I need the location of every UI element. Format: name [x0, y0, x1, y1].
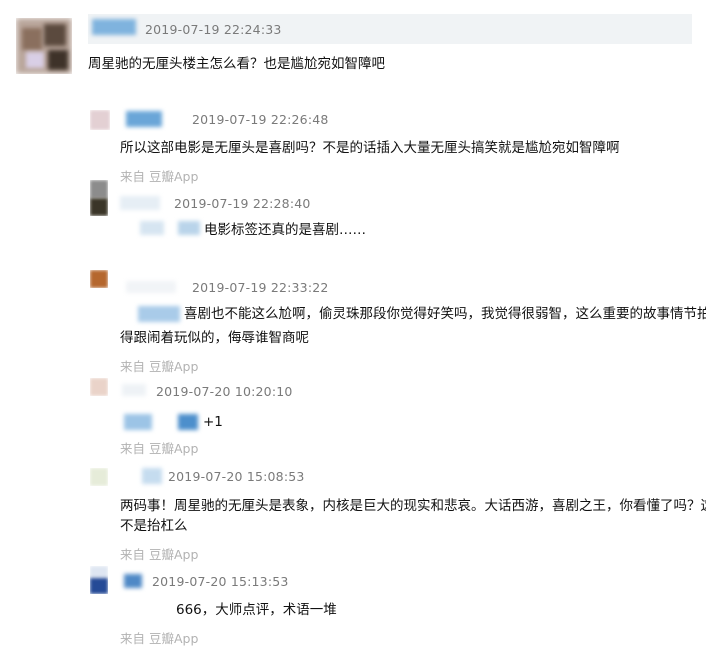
reply-text: +1: [203, 414, 223, 430]
mention-blurred[interactable]: [178, 414, 198, 430]
reply-timestamp: 2019-07-19 22:28:40: [174, 196, 311, 211]
reply-source: 来自 豆瓣App: [120, 169, 199, 184]
username-blurred[interactable]: [120, 196, 160, 210]
reply-text-line: 不是抬杠么: [120, 518, 188, 534]
avatar[interactable]: [90, 180, 108, 216]
avatar[interactable]: [16, 18, 72, 74]
reply-timestamp: 2019-07-20 10:20:10: [156, 384, 293, 399]
mention-blurred[interactable]: [178, 221, 200, 235]
username-blurred[interactable]: [126, 111, 162, 127]
reply-timestamp: 2019-07-19 22:26:48: [192, 112, 329, 127]
username-blurred[interactable]: [126, 281, 176, 293]
avatar[interactable]: [90, 378, 108, 396]
username-blurred[interactable]: [122, 384, 146, 396]
comment-text: 周星驰的无厘头楼主怎么看？也是尴尬宛如智障吧: [88, 56, 385, 72]
avatar[interactable]: [90, 468, 108, 486]
reply-timestamp: 2019-07-20 15:13:53: [152, 574, 289, 589]
reply-timestamp: 2019-07-19 22:33:22: [192, 280, 329, 295]
avatar[interactable]: [90, 110, 110, 130]
reply-source: 来自 豆瓣App: [120, 547, 199, 562]
reply-text: 电影标签还真的是喜剧……: [204, 222, 366, 238]
comment-timestamp: 2019-07-19 22:24:33: [145, 22, 282, 37]
mention-blurred[interactable]: [140, 221, 164, 235]
reply-text: 666，大师点评，术语一堆: [176, 602, 337, 618]
mention-blurred[interactable]: [124, 414, 152, 430]
username-blurred[interactable]: [92, 19, 136, 35]
reply-text: 所以这部电影是无厘头是喜剧吗？不是的话插入大量无厘头搞笑就是尴尬宛如智障啊: [120, 140, 620, 156]
reply-text-line: 得跟闹着玩似的，侮辱谁智商呢: [120, 330, 309, 346]
avatar[interactable]: [90, 270, 108, 288]
reply-text-line: 喜剧也不能这么尬啊，偷灵珠那段你觉得好笑吗，我觉得很弱智，这么重要的故事情节拍: [184, 306, 706, 322]
reply-source: 来自 豆瓣App: [120, 631, 199, 646]
username-blurred[interactable]: [124, 574, 142, 588]
reply-text-line: 两码事！周星驰的无厘头是表象，内核是巨大的现实和悲哀。大话西游，喜剧之王，你看懂…: [120, 498, 706, 514]
reply-timestamp: 2019-07-20 15:08:53: [168, 469, 305, 484]
reply-source: 来自 豆瓣App: [120, 359, 199, 374]
username-blurred[interactable]: [142, 468, 162, 484]
mention-blurred[interactable]: [138, 306, 180, 322]
reply-source: 来自 豆瓣App: [120, 441, 199, 456]
avatar[interactable]: [90, 566, 108, 594]
